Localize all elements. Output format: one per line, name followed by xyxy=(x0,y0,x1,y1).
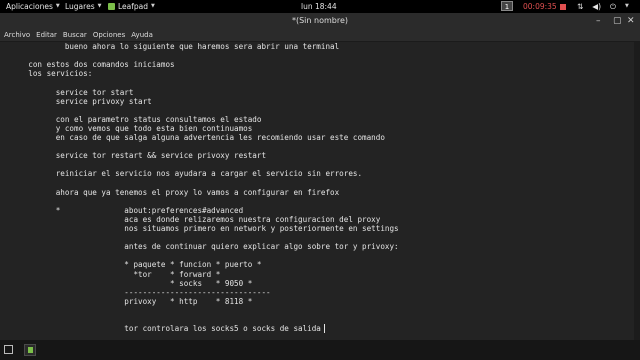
text-editor[interactable]: bueno ahora lo siguiente que haremos ser… xyxy=(0,42,634,340)
text-line: con estos dos comandos iniciamos xyxy=(10,60,175,70)
text-line: en caso de que salga alguna advertencia … xyxy=(10,133,385,142)
chevron-down-icon: ▼ xyxy=(624,3,629,9)
recorder-indicator[interactable]: 00:09:35 xyxy=(523,0,566,13)
chevron-down-icon: ▼ xyxy=(151,3,155,9)
recording-timer: 00:09:35 xyxy=(523,2,557,11)
close-icon[interactable]: ✕ xyxy=(627,13,635,29)
volume-icon: ◀) xyxy=(592,2,601,11)
text-line: con el parametro status consultamos el e… xyxy=(10,114,262,124)
text-line: privoxy * http * 8118 * xyxy=(10,296,253,306)
network-icon: ⇅ xyxy=(577,2,584,11)
top-panel: Aplicaciones ▼ Lugares ▼ Leafpad ▼ lun 1… xyxy=(0,0,640,13)
text-line: reiniciar el servicio nos ayudara a carg… xyxy=(10,169,363,179)
text-line: * about:preferences#advanced xyxy=(10,205,244,215)
applications-label: Aplicaciones xyxy=(6,2,53,11)
menu-buscar[interactable]: Buscar xyxy=(63,31,87,39)
minimize-icon[interactable]: – xyxy=(596,13,601,29)
text-line: aca es donde relizaremos nuestra configu… xyxy=(10,214,381,224)
show-desktop-icon[interactable] xyxy=(4,345,13,354)
text-line: ahora que ya tenemos el proxy lo vamos a… xyxy=(10,187,340,197)
app-menu[interactable]: Leafpad ▼ xyxy=(108,0,155,13)
text-line: los servicios: xyxy=(10,69,93,79)
text-line: service tor start xyxy=(10,87,134,97)
chevron-down-icon: ▼ xyxy=(97,3,102,9)
app-label: Leafpad xyxy=(118,2,149,11)
leafpad-icon xyxy=(108,3,115,10)
menu-opciones[interactable]: Opciones xyxy=(93,31,125,39)
text-line: * paquete * funcion * puerto * xyxy=(10,260,262,270)
window-titlebar[interactable]: *(Sin nombre) – ▢ ✕ xyxy=(0,13,640,29)
text-line: bueno ahora lo siguiente que haremos ser… xyxy=(10,42,340,51)
window-title: *(Sin nombre) xyxy=(291,16,349,25)
text-line: service tor restart && service privoxy r… xyxy=(10,151,267,161)
text-line: *tor * forward * xyxy=(10,269,221,279)
text-line: antes de continuar quiero explicar algo … xyxy=(10,242,399,252)
menu-editar[interactable]: Editar xyxy=(36,31,57,39)
applications-menu[interactable]: Aplicaciones ▼ xyxy=(6,0,60,13)
bottom-panel xyxy=(0,340,640,360)
places-menu[interactable]: Lugares ▼ xyxy=(65,0,101,13)
leafpad-icon xyxy=(28,347,33,353)
power-icon: ⏻ xyxy=(610,2,616,11)
menu-archivo[interactable]: Archivo xyxy=(4,31,30,39)
taskbar-leafpad-button[interactable] xyxy=(24,344,36,356)
clock[interactable]: lun 18:44 xyxy=(301,0,337,13)
text-line: tor controlara los socks5 o socks de sal… xyxy=(10,324,325,334)
maximize-icon[interactable]: ▢ xyxy=(613,13,622,29)
menu-ayuda[interactable]: Ayuda xyxy=(131,31,153,39)
text-line: nos situamos primero en network y poster… xyxy=(10,224,399,233)
text-cursor xyxy=(323,324,325,334)
chevron-down-icon: ▼ xyxy=(55,3,60,9)
stop-record-icon[interactable] xyxy=(559,3,566,10)
clock-label: lun 18:44 xyxy=(301,2,337,11)
vertical-scrollbar[interactable] xyxy=(634,42,640,340)
places-label: Lugares xyxy=(65,2,95,11)
workspace-indicator[interactable]: 1 xyxy=(501,1,513,11)
text-line: -------------------------------- xyxy=(10,287,271,297)
system-tray[interactable]: ⇅ ◀) ⏻ ▼ xyxy=(577,0,629,13)
menubar: Archivo Editar Buscar Opciones Ayuda xyxy=(0,29,640,42)
text-line: y como vemos que todo esta bien continua… xyxy=(10,123,253,133)
text-line: service privoxy start xyxy=(10,96,152,106)
text-line: * socks * 9050 * xyxy=(10,278,253,288)
